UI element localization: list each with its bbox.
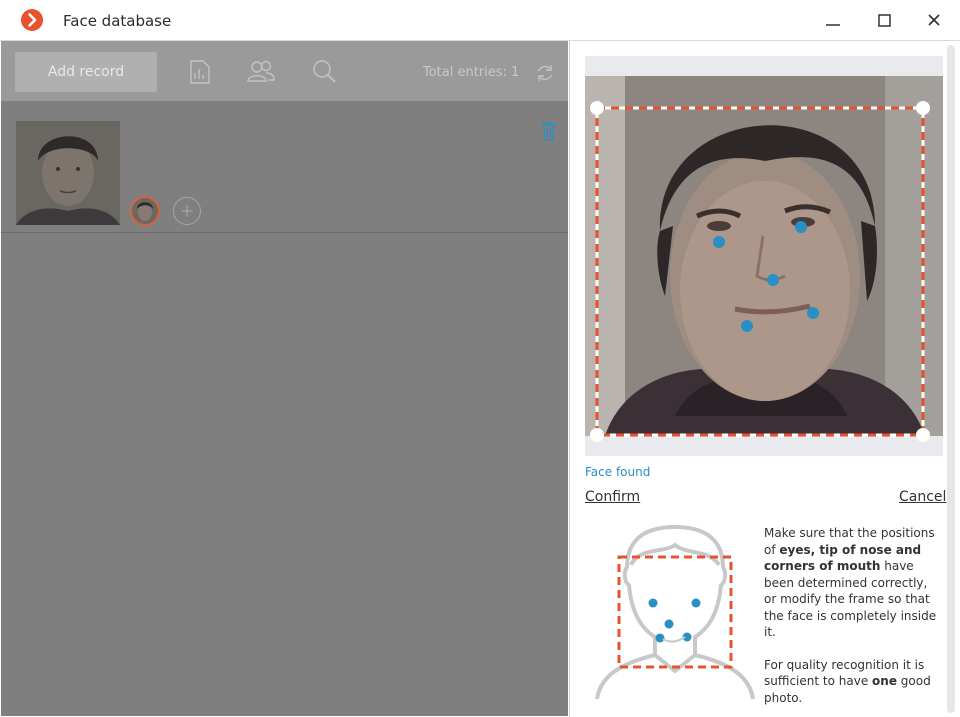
search-icon[interactable]: [312, 59, 338, 85]
face-hint-illustration: [595, 525, 755, 700]
landmark-mouth-left: [741, 320, 753, 332]
cancel-button[interactable]: Cancel: [899, 489, 946, 505]
confirm-button[interactable]: Confirm: [585, 489, 640, 505]
record-row[interactable]: [1, 113, 568, 233]
face-status: Face found: [585, 465, 651, 479]
landmark-left-eye: [713, 236, 725, 248]
record-photo[interactable]: [16, 121, 120, 225]
title-bar: Face database: [0, 0, 960, 41]
refresh-icon[interactable]: [535, 63, 555, 83]
app-logo-icon: [21, 9, 43, 31]
add-photo-icon[interactable]: [173, 197, 201, 225]
toolbar: Add record Total entries: 1: [1, 41, 568, 101]
trash-icon[interactable]: [541, 121, 557, 141]
close-button[interactable]: [920, 8, 948, 34]
hint-text: Make sure that the positions of eyes, ti…: [764, 525, 942, 717]
landmark-nose-tip: [767, 274, 779, 286]
photo-thumbnail[interactable]: [130, 196, 160, 226]
landmark-right-eye: [795, 221, 807, 233]
report-icon[interactable]: [189, 59, 211, 85]
total-entries-count: 1: [510, 65, 520, 80]
window-title: Face database: [63, 12, 172, 30]
close-icon: [928, 14, 940, 26]
total-entries: Total entries: 1: [423, 65, 519, 80]
maximize-button[interactable]: [870, 8, 898, 34]
face-photo: [585, 56, 943, 456]
records-pane: Add record Total entries: 1: [1, 41, 568, 716]
face-landmarks[interactable]: [585, 56, 943, 456]
total-entries-label: Total entries:: [423, 65, 507, 80]
landmark-mouth-right: [807, 307, 819, 319]
minimize-icon: [826, 24, 840, 26]
users-icon[interactable]: [246, 59, 276, 83]
hint-paragraph-2: For quality recognition it is sufficient…: [764, 657, 931, 705]
maximize-icon: [878, 14, 891, 27]
scrollbar[interactable]: [947, 45, 955, 713]
minimize-button[interactable]: [820, 8, 848, 34]
face-editor-pane: Face found Confirm Cancel Make sure that…: [569, 41, 960, 717]
hint-paragraph-1: Make sure that the positions of eyes, ti…: [764, 526, 937, 639]
add-record-button[interactable]: Add record: [15, 52, 157, 92]
